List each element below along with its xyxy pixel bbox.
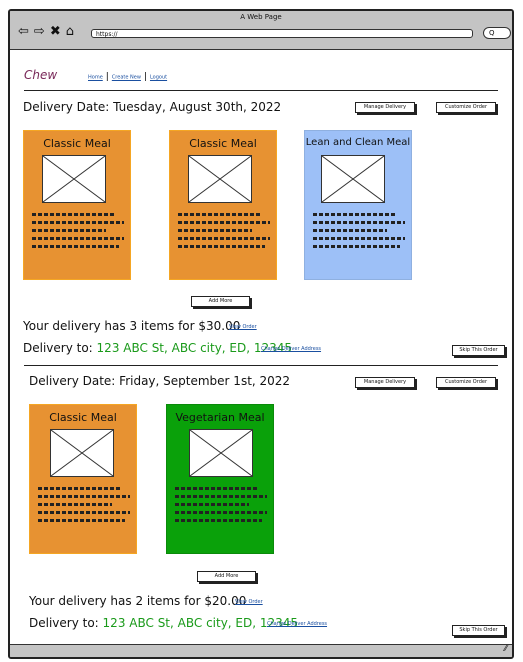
meal-description <box>32 213 124 253</box>
window-title: A Web Page <box>240 13 282 21</box>
url-bar[interactable]: https:// <box>91 29 473 38</box>
divider <box>24 90 498 91</box>
browser-titlebar: A Web Page ⇦ ⇨ ✖ ⌂ https:// Q <box>10 11 512 50</box>
view-order-link[interactable]: View Order <box>235 599 263 605</box>
add-more-button[interactable]: Add More <box>197 571 256 582</box>
meal-card[interactable]: Classic Meal <box>169 130 277 280</box>
meal-image-placeholder <box>188 155 252 203</box>
meal-image-placeholder <box>189 429 253 477</box>
customize-order-button[interactable]: Customize Order <box>436 377 496 388</box>
delivery-address: Delivery to: 123 ABC St, ABC city, ED, 1… <box>23 341 292 355</box>
browser-window: A Web Page ⇦ ⇨ ✖ ⌂ https:// Q Chew Home | Cre… <box>8 9 514 659</box>
nav-separator: | <box>105 72 109 82</box>
delivery-date-heading: Delivery Date: Tuesday, August 30th, 202… <box>23 100 282 114</box>
nav-separator: | <box>143 72 147 82</box>
meal-title: Classic Meal <box>43 137 111 150</box>
meal-description <box>175 487 267 527</box>
meal-description <box>178 213 270 253</box>
nav-home[interactable]: Home <box>88 75 103 81</box>
order-summary: Your delivery has 2 items for $20.00 <box>29 594 247 608</box>
meal-card[interactable]: Classic Meal <box>23 130 131 280</box>
browser-nav: ⇦ ⇨ ✖ ⌂ <box>18 24 79 39</box>
resize-handle-icon[interactable]: ⁄⁄ <box>504 644 507 653</box>
divider <box>24 365 498 366</box>
browser-statusbar: ⁄⁄ <box>10 644 512 657</box>
top-nav: Home | Create New | Logout <box>88 72 167 82</box>
home-icon[interactable]: ⌂ <box>66 24 75 39</box>
nav-logout[interactable]: Logout <box>150 75 167 81</box>
delivery-date-heading: Delivery Date: Friday, September 1st, 20… <box>29 374 291 388</box>
delivery-to-label: Delivery to: <box>23 341 93 355</box>
change-address-link[interactable]: Change Deliver Address <box>267 621 327 627</box>
search-icon[interactable]: Q <box>483 27 511 39</box>
manage-delivery-button[interactable]: Manage Delivery <box>355 102 415 113</box>
skip-order-button[interactable]: Skip This Order <box>452 345 505 356</box>
meal-card[interactable]: Lean and Clean Meal <box>304 130 412 280</box>
add-more-button[interactable]: Add More <box>191 296 250 307</box>
skip-order-button[interactable]: Skip This Order <box>452 625 505 636</box>
back-icon[interactable]: ⇦ <box>18 24 30 39</box>
meal-card[interactable]: Vegetarian Meal <box>166 404 274 554</box>
meal-description <box>38 487 130 527</box>
meal-title: Classic Meal <box>189 137 257 150</box>
meal-title: Lean and Clean Meal <box>305 137 411 148</box>
meal-image-placeholder <box>50 429 114 477</box>
meal-card[interactable]: Classic Meal <box>29 404 137 554</box>
customize-order-button[interactable]: Customize Order <box>436 102 496 113</box>
change-address-link[interactable]: Change Deliver Address <box>261 346 321 352</box>
order-summary: Your delivery has 3 items for $30.00 <box>23 319 241 333</box>
meal-title: Classic Meal <box>49 411 117 424</box>
meal-image-placeholder <box>42 155 106 203</box>
nav-create-new[interactable]: Create New <box>112 75 141 81</box>
view-order-link[interactable]: View Order <box>229 324 257 330</box>
forward-icon[interactable]: ⇨ <box>34 24 46 39</box>
logo[interactable]: Chew <box>24 68 57 82</box>
close-icon[interactable]: ✖ <box>50 24 62 39</box>
meal-image-placeholder <box>321 155 385 203</box>
delivery-address: Delivery to: 123 ABC St, ABC city, ED, 1… <box>29 616 298 630</box>
delivery-to-label: Delivery to: <box>29 616 99 630</box>
meal-title: Vegetarian Meal <box>175 411 265 424</box>
manage-delivery-button[interactable]: Manage Delivery <box>355 377 415 388</box>
meal-description <box>313 213 405 253</box>
